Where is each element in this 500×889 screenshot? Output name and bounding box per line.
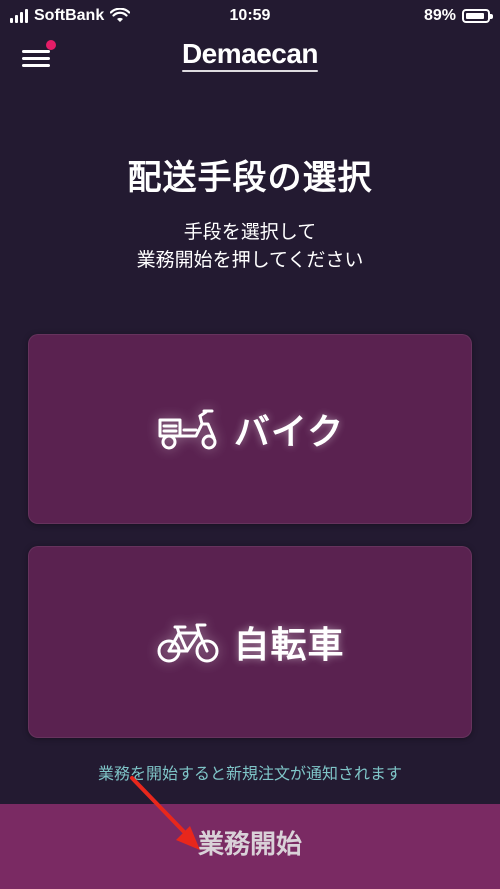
option-motorbike-button[interactable]: バイク xyxy=(28,334,472,524)
option-bicycle-button[interactable]: 自転車 xyxy=(28,546,472,738)
app-screen: SoftBank 10:59 89% Demaecan 配送手段の選択 手段を選… xyxy=(0,0,500,889)
start-work-button[interactable]: 業務開始 xyxy=(0,804,500,889)
instruction-line-2: 業務開始を押してください xyxy=(136,249,364,271)
battery-icon xyxy=(462,9,493,23)
instructions: 手段を選択して 業務開始を押してください xyxy=(0,218,500,274)
notice-text: 業務を開始すると新規注文が通知されます xyxy=(97,764,402,783)
motorbike-icon xyxy=(156,406,222,452)
logo-text: Demaecan xyxy=(181,38,319,69)
bicycle-icon xyxy=(155,619,221,665)
battery-percent: 89% xyxy=(423,7,456,24)
page-title: 配送手段の選択 xyxy=(127,158,373,198)
option-bicycle-label: 自転車 xyxy=(233,625,345,666)
battery-fill xyxy=(466,13,484,19)
logo-underline xyxy=(181,70,319,72)
option-motorbike-label: バイク xyxy=(233,412,345,453)
instruction-line-1: 手段を選択して xyxy=(183,221,317,243)
status-bar: SoftBank 10:59 89% xyxy=(0,0,500,32)
app-logo: Demaecan xyxy=(0,34,500,74)
start-work-label: 業務開始 xyxy=(197,830,302,860)
status-right: 89% xyxy=(423,6,493,26)
app-header: Demaecan xyxy=(0,32,500,80)
